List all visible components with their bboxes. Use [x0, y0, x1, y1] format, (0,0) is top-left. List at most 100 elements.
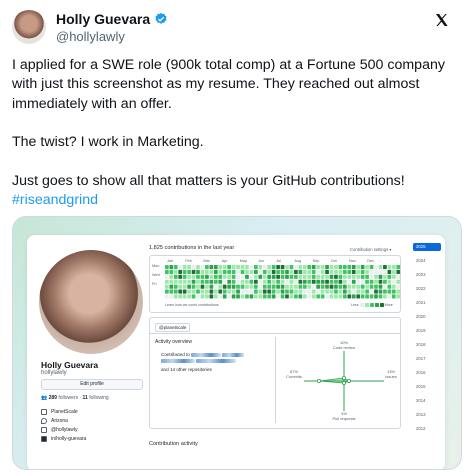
contribution-cell [391, 294, 396, 299]
month-label: Jan [167, 259, 174, 263]
contribution-cell [289, 274, 294, 279]
contribution-cell [396, 294, 401, 299]
contribution-cell [187, 294, 191, 299]
contribution-cell [240, 294, 245, 299]
contribution-cell [360, 284, 365, 289]
contribution-cell [254, 284, 258, 289]
avatar[interactable] [12, 10, 46, 44]
legend-cell [369, 303, 374, 307]
contribution-cell [178, 274, 183, 279]
contribution-cell [196, 279, 200, 284]
contribution-cell [311, 289, 316, 294]
contribution-cell [191, 294, 196, 299]
blurred-repo [191, 352, 222, 357]
linkedin-icon [41, 435, 47, 442]
contribution-cell [187, 265, 191, 270]
contribution-cell [276, 274, 280, 279]
contribution-cell [378, 269, 383, 274]
contribution-cell [294, 294, 298, 299]
contribution-cell [196, 274, 200, 279]
contribution-cell [169, 265, 174, 270]
tweet-line: I applied for a SWE role (900k total com… [12, 57, 445, 73]
contribution-cell [329, 289, 334, 294]
contribution-cell [307, 284, 312, 289]
contribution-cell [271, 265, 276, 270]
contribution-cell [231, 294, 236, 299]
contribution-cell [213, 269, 218, 274]
contribution-cell [262, 289, 267, 294]
contribution-cell [351, 289, 356, 294]
author-handle[interactable]: @hollylawly [56, 29, 125, 44]
contribution-cell [289, 289, 294, 294]
contribution-cell [289, 265, 294, 270]
contribution-cell [369, 294, 374, 299]
contribution-cell [378, 265, 383, 270]
contribution-cell [378, 294, 383, 299]
contribution-cell [187, 279, 191, 284]
contribution-cell [209, 279, 214, 284]
contribution-cell [311, 294, 316, 299]
divider [149, 333, 401, 334]
contribution-cell [311, 265, 316, 270]
contribution-cell [165, 289, 169, 294]
contribution-cell [187, 274, 191, 279]
contribution-cell [227, 265, 231, 270]
tweet-media-image[interactable]: Holly Guevara hollylawly Edit profile 👥 … [12, 216, 462, 470]
contribution-cell [245, 284, 249, 289]
profile-username: hollylawly [41, 370, 67, 376]
contribution-cell [387, 284, 392, 289]
contribution-cell [191, 265, 196, 270]
display-name[interactable]: Holly Guevara [56, 11, 150, 27]
contribution-cell [320, 265, 325, 270]
contribution-cell [338, 289, 343, 294]
contribution-cell [240, 284, 245, 289]
contribution-cell [249, 265, 254, 270]
contribution-cell [227, 274, 231, 279]
contribution-cell [209, 265, 214, 270]
contribution-cell [191, 269, 196, 274]
year-link: 2022 [416, 286, 426, 291]
contribution-cell [387, 274, 392, 279]
contribution-cell [209, 269, 214, 274]
contribution-cell [262, 294, 267, 299]
contribution-cell [285, 265, 289, 270]
contribution-cell [218, 284, 223, 289]
contribution-cell [231, 274, 236, 279]
contribution-cell [258, 265, 263, 270]
contribution-cell [240, 289, 245, 294]
author-name-row: Holly Guevara [56, 11, 168, 27]
contribution-cell [258, 294, 263, 299]
hashtag-link[interactable]: #riseandgrind [12, 192, 98, 208]
contribution-cell [343, 269, 347, 274]
contribution-cell [343, 265, 347, 270]
contribution-cell [218, 294, 223, 299]
contribution-cell [165, 284, 169, 289]
legend-cell [359, 303, 364, 307]
contribution-cell [302, 279, 307, 284]
contribution-cell [285, 274, 289, 279]
x-logo-icon[interactable] [434, 12, 450, 28]
contribution-cell [387, 289, 392, 294]
contribution-cell [294, 284, 298, 289]
contribution-cell [383, 274, 387, 279]
contribution-cell [351, 269, 356, 274]
contribution-cell [329, 284, 334, 289]
contribution-cell [374, 289, 378, 294]
contribution-cell [280, 294, 285, 299]
contribution-cell [205, 274, 209, 279]
contribution-cell [294, 274, 298, 279]
contribution-cell [289, 269, 294, 274]
contribution-cell [325, 274, 329, 279]
meta-text: in/holly-guevara [51, 435, 87, 442]
contribution-cell [311, 284, 316, 289]
contribution-cell [316, 284, 320, 289]
contribution-cell [200, 294, 205, 299]
contribution-cell [240, 279, 245, 284]
contribution-cell [240, 274, 245, 279]
contribution-cell [365, 274, 369, 279]
contribution-cell [383, 279, 387, 284]
contribution-cell [374, 284, 378, 289]
contribution-cell [245, 289, 249, 294]
contribution-cell [258, 284, 263, 289]
contributed-to: Contributed to [161, 352, 245, 363]
